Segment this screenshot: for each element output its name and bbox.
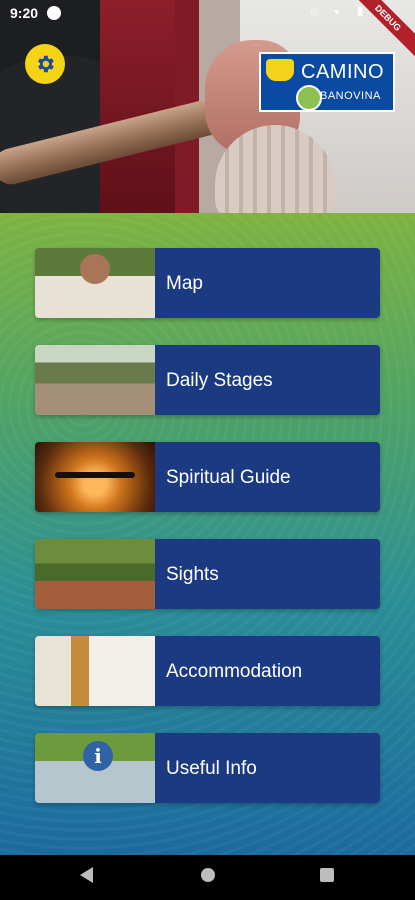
menu-item-label: Sights: [166, 564, 219, 585]
logo-title: CAMINO: [301, 61, 384, 83]
sights-thumbnail: [35, 539, 155, 609]
menu-item-spiritual-guide[interactable]: Spiritual Guide: [35, 442, 380, 512]
menu-item-accommodation[interactable]: Accommodation: [35, 636, 380, 706]
menu-item-label: Accommodation: [166, 661, 303, 682]
accommodation-thumbnail: [35, 636, 155, 706]
logo-subtitle: BANOVINA: [320, 90, 381, 102]
gear-icon: [38, 55, 54, 73]
home-icon[interactable]: [201, 868, 215, 882]
menu-item-label: Useful Info: [166, 758, 257, 779]
menu-item-label: Daily Stages: [166, 370, 273, 391]
settings-button[interactable]: [25, 44, 65, 84]
status-icons: ⌾ ▾ ▮: [310, 4, 371, 19]
shell-icon: [266, 59, 294, 81]
spiritual-guide-thumbnail: [35, 442, 155, 512]
camino-logo: CAMINO BANOVINA: [259, 52, 395, 112]
useful-info-thumbnail: [35, 733, 155, 803]
recents-icon[interactable]: [320, 868, 334, 882]
back-icon[interactable]: [80, 867, 93, 883]
menu-item-map[interactable]: Map: [35, 248, 380, 318]
menu-item-label: Spiritual Guide: [166, 467, 291, 488]
status-bar: 9:20 ⌾ ▾ ▮: [0, 0, 415, 26]
notification-dot-icon: [47, 6, 61, 20]
map-thumbnail: [35, 248, 155, 318]
status-time: 9:20: [10, 5, 39, 21]
hiker-jacket: [100, 0, 175, 213]
menu-item-label: Map: [166, 273, 203, 294]
menu-item-sights[interactable]: Sights: [35, 539, 380, 609]
menu-item-useful-info[interactable]: Useful Info: [35, 733, 380, 803]
daily-stages-thumbnail: [35, 345, 155, 415]
menu-item-daily-stages[interactable]: Daily Stages: [35, 345, 380, 415]
system-nav-bar: [0, 855, 415, 900]
region-emblem-icon: [296, 85, 322, 111]
